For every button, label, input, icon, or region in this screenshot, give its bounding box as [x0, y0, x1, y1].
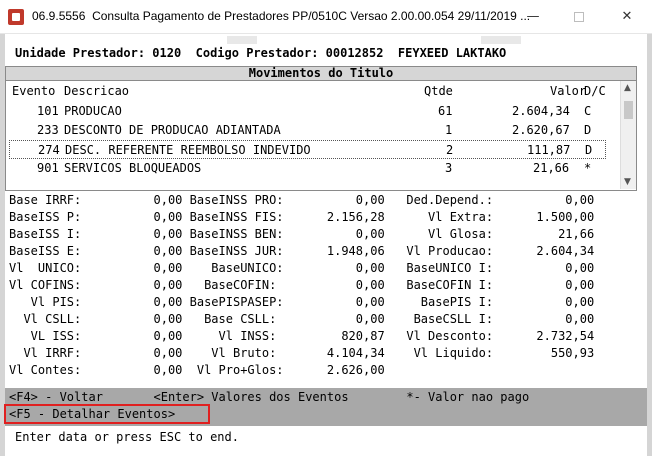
scroll-up-icon[interactable]: ▲ — [624, 83, 631, 93]
totals-line: Vl UNICO: 0,00 BaseUNICO: 0,00 BaseUNICO… — [9, 261, 595, 275]
row-dc: D — [584, 123, 592, 137]
col-evento: Evento — [12, 84, 56, 98]
row-qtde: 3 — [445, 161, 453, 175]
table-row[interactable]: 101 PRODUCAO 61 2.604,34 C — [6, 102, 607, 121]
col-dc: D/C — [584, 84, 606, 98]
totals-line: Vl COFINS: 0,00 BaseCOFIN: 0,00 BaseCOFI… — [9, 278, 595, 292]
scroll-down-icon[interactable]: ▼ — [624, 177, 631, 187]
terminal-screen: Unidade Prestador: 0120 Codigo Prestador… — [4, 34, 647, 456]
row-qtde: 2 — [446, 143, 454, 157]
totals-line: BaseISS P: 0,00 BaseINSS FIS: 2.156,28 V… — [9, 210, 595, 224]
col-descricao: Descricao — [64, 84, 130, 98]
table-row[interactable]: 233 DESCONTO DE PRODUCAO ADIANTADA 1 2.6… — [6, 121, 607, 140]
totals-line: Base IRRF: 0,00 BaseINSS PRO: 0,00 Ded.D… — [9, 193, 595, 207]
row-dc: C — [584, 104, 592, 118]
col-valor: Valor — [550, 84, 587, 98]
row-dc: * — [584, 161, 592, 175]
row-qtde: 1 — [445, 123, 453, 137]
highlight-box — [4, 404, 210, 424]
toolbar-ghost-icon — [481, 36, 521, 44]
row-descricao: PRODUCAO — [64, 104, 122, 118]
table-row-selected[interactable]: 274 DESC. REFERENTE REEMBOLSO INDEVIDO 2… — [9, 140, 606, 159]
row-valor: 21,66 — [533, 161, 570, 175]
toolbar-ghost-icon — [227, 36, 257, 44]
row-valor: 111,87 — [527, 143, 571, 157]
row-descricao: DESC. REFERENTE REEMBOLSO INDEVIDO — [65, 143, 311, 157]
row-qtde: 61 — [438, 104, 453, 118]
totals-line: BaseISS I: 0,00 BaseINSS BEN: 0,00 Vl Gl… — [9, 227, 595, 241]
fkey-line-1[interactable]: <F4> - Voltar <Enter> Valores dos Evento… — [9, 390, 529, 404]
movements-list[interactable]: Evento Descricao Qtde Valor D/C 101 PROD… — [5, 81, 637, 191]
title-bar: 06.9.5556 Consulta Pagamento de Prestado… — [0, 0, 652, 34]
maximize-icon — [574, 11, 584, 22]
row-evento: 101 — [37, 104, 59, 118]
status-prompt: Enter data or press ESC to end. — [15, 430, 239, 444]
totals-line: Vl Contes: 0,00 Vl Pro+Glos: 2.626,00 — [9, 363, 385, 377]
terminal-frame: Unidade Prestador: 0120 Codigo Prestador… — [0, 34, 652, 456]
movements-title: Movimentos do Titulo — [5, 66, 637, 81]
row-descricao: SERVICOS BLOQUEADOS — [64, 161, 202, 175]
col-qtde: Qtde — [424, 84, 453, 98]
totals-line: BaseISS E: 0,00 BaseINSS JUR: 1.948,06 V… — [9, 244, 595, 258]
row-dc: D — [585, 143, 593, 157]
minimize-button[interactable]: — — [510, 0, 556, 33]
window-title: 06.9.5556 Consulta Pagamento de Prestado… — [32, 9, 530, 23]
close-button[interactable]: ✕ — [604, 0, 650, 33]
row-evento: 233 — [37, 123, 59, 137]
totals-line: Vl CSLL: 0,00 Base CSLL: 0,00 BaseCSLL I… — [9, 312, 595, 326]
row-descricao: DESCONTO DE PRODUCAO ADIANTADA — [64, 123, 281, 137]
maximize-button[interactable] — [556, 0, 602, 33]
movements-scrollbar[interactable]: ▲ ▼ — [620, 81, 636, 189]
provider-header: Unidade Prestador: 0120 Codigo Prestador… — [15, 46, 507, 60]
totals-line: Vl IRRF: 0,00 Vl Bruto: 4.104,34 Vl Liqu… — [9, 346, 595, 360]
row-valor: 2.604,34 — [512, 104, 570, 118]
row-evento: 274 — [38, 143, 60, 157]
window-title-text: Consulta Pagamento de Prestadores PP/051… — [92, 9, 531, 23]
row-valor: 2.620,67 — [512, 123, 570, 137]
app-icon — [8, 9, 24, 25]
scroll-thumb[interactable] — [624, 101, 633, 119]
version-label: 06.9.5556 — [32, 9, 86, 23]
row-evento: 901 — [37, 161, 59, 175]
totals-line: VL ISS: 0,00 Vl INSS: 820,87 Vl Desconto… — [9, 329, 595, 343]
totals-line: Vl PIS: 0,00 BasePISPASEP: 0,00 BasePIS … — [9, 295, 595, 309]
table-row[interactable]: 901 SERVICOS BLOQUEADOS 3 21,66 * — [6, 159, 607, 178]
